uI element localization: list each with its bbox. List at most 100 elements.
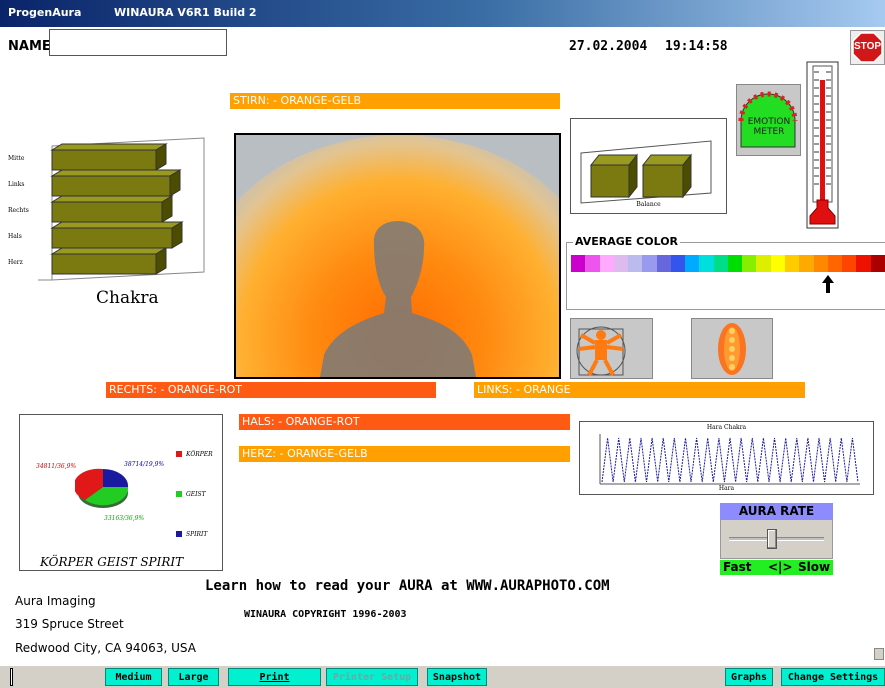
slider-thumb[interactable] — [767, 529, 778, 549]
chakra-bar-rechts — [51, 201, 163, 223]
palette-swatch — [685, 255, 700, 272]
palette-swatch — [585, 255, 600, 272]
hara-wave-chart: Hara Chakra Hara — [579, 421, 874, 495]
vitruvian-man-icon — [576, 326, 626, 376]
palette-swatch — [656, 255, 671, 272]
chakra-bar-mitte — [50, 143, 168, 151]
date-display: 27.02.2004 — [569, 39, 648, 54]
name-label: NAME — [8, 39, 51, 54]
address-line-1: Aura Imaging — [15, 594, 96, 608]
printer-setup-button[interactable]: Printer Setup — [326, 668, 418, 686]
title-bar: ProgenAura WINAURA V6R1 Build 2 — [0, 0, 885, 27]
chakra-bar-herz — [50, 247, 168, 255]
large-button[interactable]: Large — [168, 668, 219, 686]
links-label: LINKS: - ORANGE — [474, 382, 805, 398]
medium-button[interactable]: Medium — [105, 668, 162, 686]
palette-swatch — [571, 255, 586, 272]
chakra-category-label: Hals — [8, 233, 22, 240]
stop-button[interactable]: STOP — [850, 30, 885, 65]
balance-caption: Balance — [636, 201, 661, 208]
chakra-category-label: Rechts — [8, 207, 29, 214]
change-settings-button[interactable]: Change Settings — [781, 668, 885, 686]
chakra-bar-rechts — [50, 195, 174, 203]
time-display: 19:14:58 — [665, 39, 728, 54]
average-color-title: AVERAGE COLOR — [573, 235, 681, 248]
address-line-2: 319 Spruce Street — [15, 617, 124, 631]
pie-label-blue: 38714/19,9% — [124, 461, 165, 468]
palette-swatch — [613, 255, 629, 272]
palette-swatch — [856, 255, 871, 272]
person-silhouette-icon — [320, 221, 476, 377]
legend-red-swatch — [176, 451, 182, 457]
emotion-meter: EMOTION METER — [736, 84, 801, 156]
palette-swatch — [699, 255, 714, 272]
learn-link[interactable]: Learn how to read your AURA at WWW.AURAP… — [205, 578, 610, 594]
palette-swatch — [799, 255, 814, 272]
rate-arrows: <|> — [768, 560, 793, 574]
legend-geist: GEIST — [186, 491, 206, 498]
resize-grip-icon[interactable] — [874, 648, 884, 660]
hals-label: HALS: - ORANGE-ROT — [239, 414, 570, 430]
pie-label-red: 34811/36,9% — [36, 463, 77, 470]
aura-rate-slider[interactable] — [720, 519, 833, 559]
toolbar-handle-icon — [10, 668, 13, 686]
legend-green-swatch — [176, 491, 182, 497]
palette-swatch — [670, 255, 686, 272]
pie-caption: KÖRPER GEIST SPIRIT — [40, 555, 184, 569]
legend-blue-swatch — [176, 531, 182, 537]
body-chakra-icon — [718, 323, 746, 375]
chakra-caption: Chakra — [96, 288, 159, 308]
chakra-category-label: Links — [8, 181, 25, 188]
legend-koerper: KÖRPER — [186, 451, 213, 458]
palette-swatch — [870, 255, 885, 272]
copyright-text: WINAURA COPYRIGHT 1996-2003 — [244, 609, 407, 620]
aura-rate-control: AURA RATE Fast <|> Slow — [720, 503, 833, 575]
balance-bars-svg — [580, 140, 712, 204]
print-button[interactable]: Print — [228, 668, 321, 686]
vitruvian-body-image — [570, 318, 653, 379]
herz-label: HERZ: - ORANGE-GELB — [239, 446, 570, 462]
average-color-arrow-icon — [821, 275, 834, 297]
chakra-category-labels: Mitte Links Rechts Hals Herz — [8, 132, 48, 282]
palette-swatch — [742, 255, 757, 272]
chakra-category-label: Mitte — [8, 155, 25, 162]
stop-label: STOP — [853, 41, 882, 52]
average-color-panel: AVERAGE COLOR — [566, 235, 885, 310]
fast-label: Fast — [723, 560, 752, 574]
chakra-bar-links — [51, 175, 171, 197]
pie-label-green: 33163/36,9% — [104, 515, 145, 522]
thermometer-icon — [806, 61, 839, 229]
chakra-body-image — [691, 318, 773, 379]
emotion-meter-label: EMOTION METER — [747, 117, 791, 137]
address-line-3: Redwood City, CA 94063, USA — [15, 641, 196, 655]
wave-svg — [599, 434, 860, 485]
wave-chart-xlabel: Hara — [718, 485, 735, 492]
aura-rate-title: AURA RATE — [720, 503, 833, 519]
snapshot-button[interactable]: Snapshot — [427, 668, 487, 686]
graphs-button[interactable]: Graphs — [725, 668, 773, 686]
slow-label: Slow — [798, 560, 831, 574]
palette-swatch — [842, 255, 857, 272]
palette-swatch — [784, 255, 800, 272]
palette-swatch — [599, 255, 614, 272]
chakra-bar-hals — [51, 227, 173, 249]
balance-chart: Balance — [570, 118, 727, 214]
app-version: WINAURA V6R1 Build 2 — [114, 6, 257, 19]
bottom-toolbar: Medium Large Print Printer Setup Snapsho… — [0, 666, 885, 688]
chakra-bar-links — [50, 169, 182, 177]
color-palette — [571, 255, 885, 272]
chakra-category-label: Herz — [8, 259, 23, 266]
legend-spirit: SPIRIT — [186, 531, 208, 538]
pie-chart-panel: 34811/36,9% 38714/19,9% 33163/36,9% KÖRP… — [19, 414, 223, 571]
palette-swatch — [628, 255, 643, 272]
palette-swatch — [827, 255, 843, 272]
chakra-bar-mitte — [51, 149, 157, 171]
aura-rate-scale: Fast <|> Slow — [720, 560, 833, 575]
palette-swatch — [713, 255, 728, 272]
stirn-label: STIRN: - ORANGE-GELB — [230, 93, 560, 109]
chakra-bar-hals — [50, 221, 184, 229]
aura-photo — [234, 133, 561, 379]
palette-swatch — [642, 255, 657, 272]
chakra-bar-herz — [51, 253, 157, 275]
name-input[interactable] — [49, 29, 227, 56]
